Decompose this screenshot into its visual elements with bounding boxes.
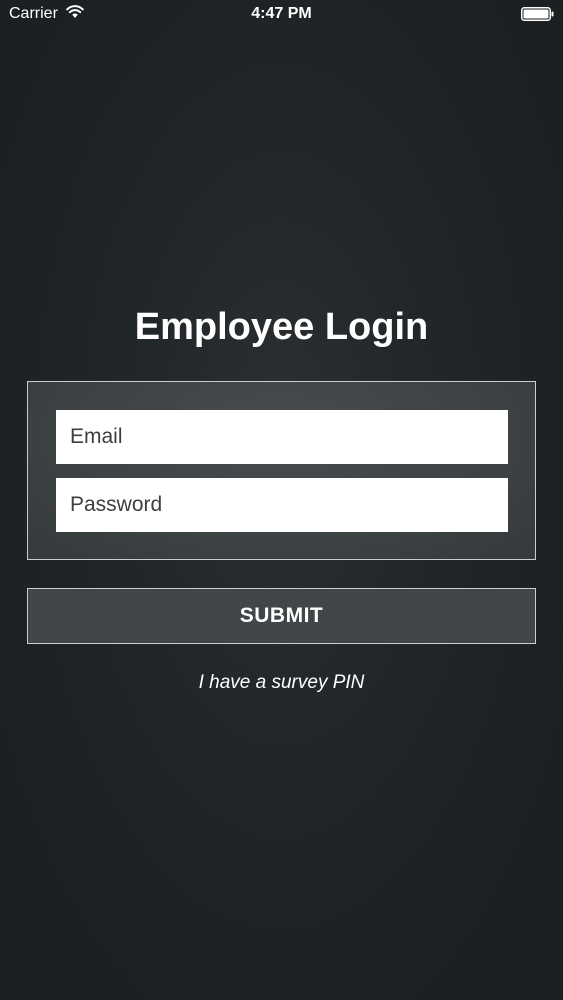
login-form — [27, 381, 536, 560]
status-time: 4:47 PM — [251, 5, 312, 22]
email-field[interactable] — [56, 410, 508, 464]
password-field[interactable] — [56, 478, 508, 532]
page-title: Employee Login — [134, 306, 429, 348]
status-bar: Carrier 4:47 PM — [0, 0, 563, 30]
survey-pin-link[interactable]: I have a survey PIN — [0, 672, 563, 694]
submit-button[interactable]: SUBMIT — [27, 588, 536, 644]
battery-icon — [521, 7, 554, 21]
login-screen: Carrier 4:47 PM Employee Login SUBMIT I … — [0, 0, 563, 1000]
